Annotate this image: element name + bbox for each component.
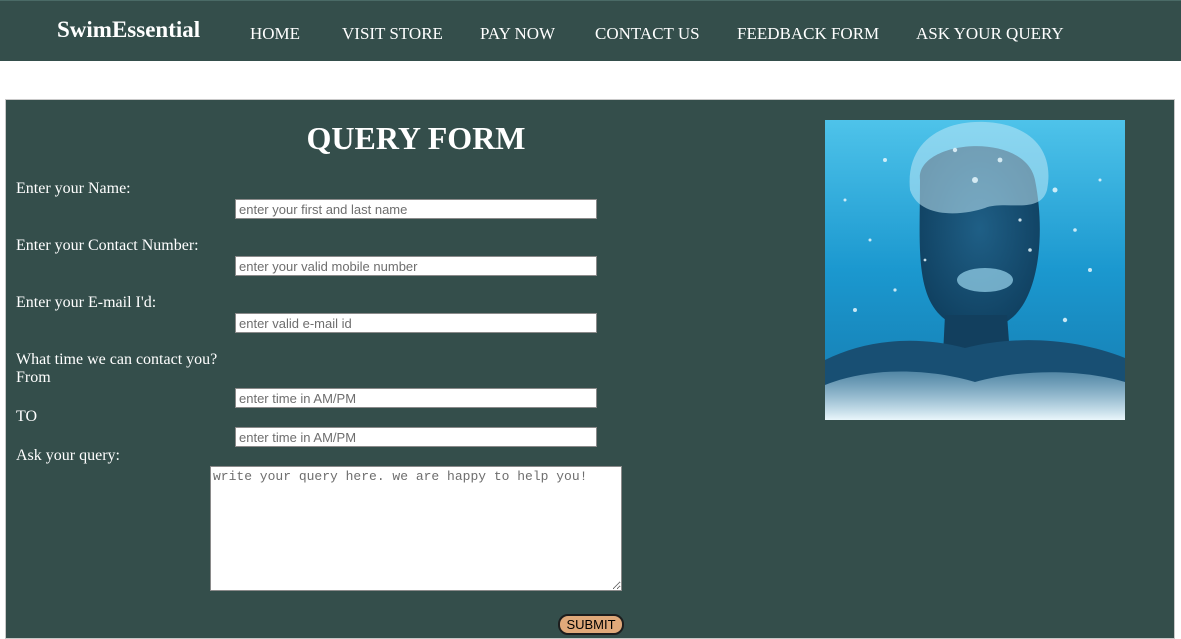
email-input[interactable] <box>235 313 597 333</box>
nav-link-ask-your-query[interactable]: ASK YOUR QUERY <box>916 24 1064 44</box>
contact-time-question: What time we can contact you? <box>16 351 218 368</box>
from-time-input[interactable] <box>235 388 597 408</box>
query-textarea[interactable] <box>210 466 622 591</box>
query-form-panel: QUERY FORM Enter your Name: Enter your C… <box>5 99 1175 639</box>
nav-link-contact-us[interactable]: CONTACT US <box>595 24 700 44</box>
underwater-swimmer-photo-icon <box>825 120 1125 420</box>
to-label: TO <box>16 408 38 425</box>
nav-link-visit-store[interactable]: VISIT STORE <box>342 24 443 44</box>
query-label: Ask your query: <box>16 447 120 464</box>
from-label: From <box>16 369 51 386</box>
name-input[interactable] <box>235 199 597 219</box>
name-label: Enter your Name: <box>16 180 131 197</box>
contact-label: Enter your Contact Number: <box>16 237 199 254</box>
underwater-swimmer-image <box>825 120 1125 420</box>
contact-number-input[interactable] <box>235 256 597 276</box>
nav-link-pay-now[interactable]: PAY NOW <box>480 24 555 44</box>
email-label: Enter your E-mail I'd: <box>16 294 157 311</box>
nav-link-feedback-form[interactable]: FEEDBACK FORM <box>737 24 879 44</box>
submit-button[interactable]: SUBMIT <box>558 614 624 635</box>
to-time-input[interactable] <box>235 427 597 447</box>
top-navbar: SwimEssential HOME VISIT STORE PAY NOW C… <box>0 0 1181 61</box>
form-title: QUERY FORM <box>306 120 526 156</box>
nav-link-home[interactable]: HOME <box>250 24 300 44</box>
brand-logo[interactable]: SwimEssential <box>57 17 200 43</box>
